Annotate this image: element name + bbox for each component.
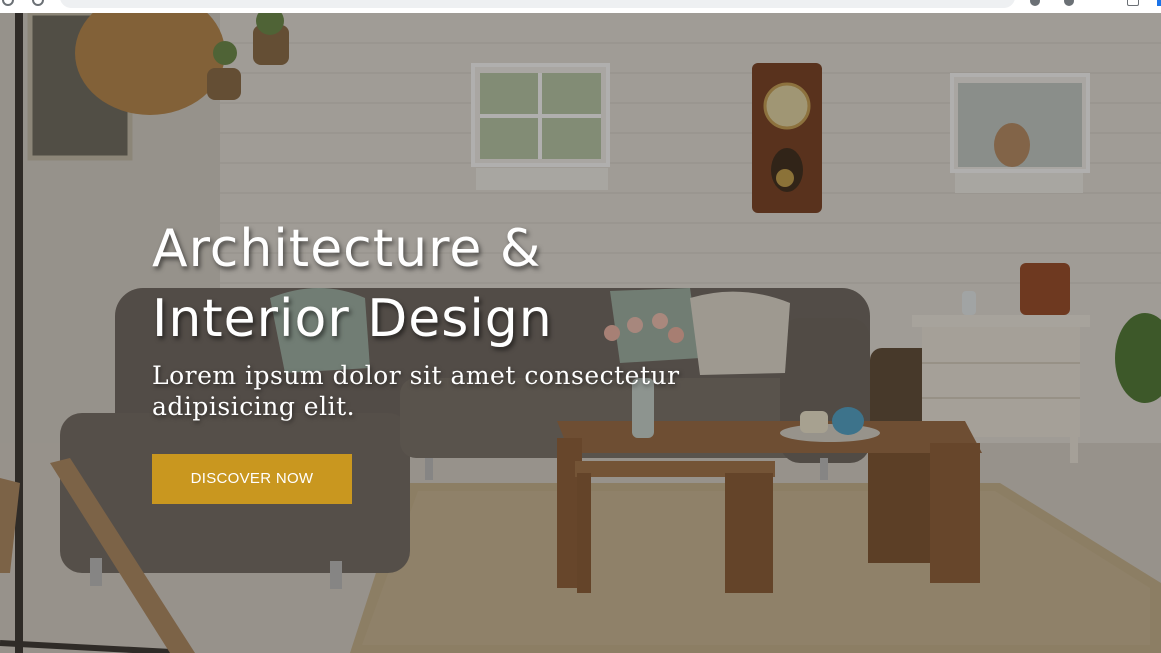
address-bar[interactable] bbox=[60, 0, 1015, 8]
profile-icon[interactable] bbox=[1157, 0, 1161, 6]
back-icon[interactable] bbox=[2, 0, 14, 6]
hero-subtitle: Lorem ipsum dolor sit amet consectetur a… bbox=[152, 360, 712, 422]
hero-title-line1: Architecture & bbox=[152, 219, 542, 279]
forward-icon[interactable] bbox=[32, 0, 44, 6]
hero-subtitle-line1: Lorem ipsum dolor sit amet consectetur bbox=[152, 361, 680, 390]
browser-chrome bbox=[0, 0, 1161, 13]
hero-subtitle-line2: adipisicing elit. bbox=[152, 392, 356, 421]
page-icon[interactable] bbox=[1127, 0, 1139, 6]
hero-section: Architecture & Interior Design Lorem ips… bbox=[0, 13, 1161, 653]
hero-content: Architecture & Interior Design Lorem ips… bbox=[152, 214, 712, 504]
extension-icon[interactable] bbox=[1064, 0, 1074, 6]
extension-icon[interactable] bbox=[1030, 0, 1040, 6]
discover-now-button[interactable]: DISCOVER NOW bbox=[152, 454, 352, 504]
hero-title: Architecture & Interior Design bbox=[152, 214, 712, 354]
hero-title-line2: Interior Design bbox=[152, 289, 553, 349]
